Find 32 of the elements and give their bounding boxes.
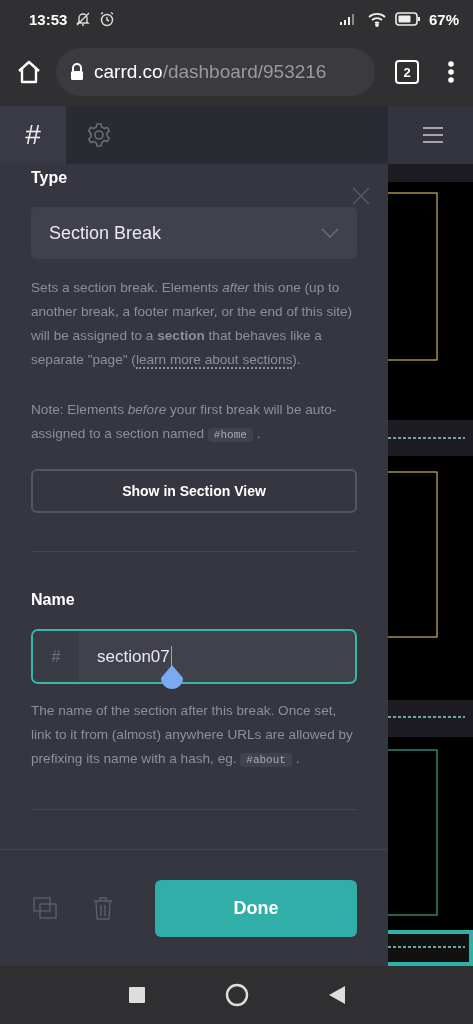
settings-icon [86, 122, 112, 148]
code-tag: #about [240, 753, 292, 767]
back-icon[interactable] [328, 986, 345, 1004]
name-input-field[interactable]: # section07 [31, 629, 357, 684]
battery-icon [394, 12, 421, 26]
help-paragraph: Sets a section break. Elements after this one (up to another break, a footer marker, or the end of this site) will be assigned to a section that behaves like a separate "page" (learn more about sections). [31, 279, 354, 371]
battery-percent: 67% [428, 10, 459, 28]
recent-apps-icon[interactable] [128, 987, 145, 1003]
note-paragraph: Note: Elements before your first break will be auto-assigned to a section named #home . [31, 401, 338, 444]
section-tab[interactable]: # [0, 106, 66, 164]
help-link[interactable]: learn more about sections [135, 352, 293, 369]
type-select[interactable]: Section Break [31, 207, 357, 259]
more-menu-icon[interactable] [447, 60, 455, 84]
section-view-button[interactable]: Show in Section View [31, 469, 357, 513]
address-bar[interactable]: carrd.co/dashboard/953216 [56, 48, 375, 96]
field-label: Name [31, 591, 76, 609]
field-label: Type [31, 169, 69, 187]
code-tag: #home [207, 428, 253, 442]
url-text: carrd.co/dashboard/953216 [94, 61, 327, 83]
text-caret [170, 645, 173, 668]
menu-icon[interactable] [422, 126, 444, 144]
home-icon[interactable] [16, 59, 42, 85]
clock-time: 13:53 [29, 10, 68, 28]
help-paragraph: The name of the section after this break. Once set, link to it from (almost) anywhere URLs are allowed by prefixing its name with a hash, eg. #about . [31, 702, 354, 769]
mute-bell-icon [75, 11, 92, 27]
chevron-down-icon [321, 228, 339, 238]
tab-count[interactable]: 2 [395, 60, 419, 84]
wifi-icon [366, 11, 387, 27]
alarm-icon [99, 11, 116, 27]
home-button-icon[interactable] [224, 983, 249, 1007]
settings-tab[interactable] [66, 106, 132, 164]
lock-icon [70, 63, 84, 81]
